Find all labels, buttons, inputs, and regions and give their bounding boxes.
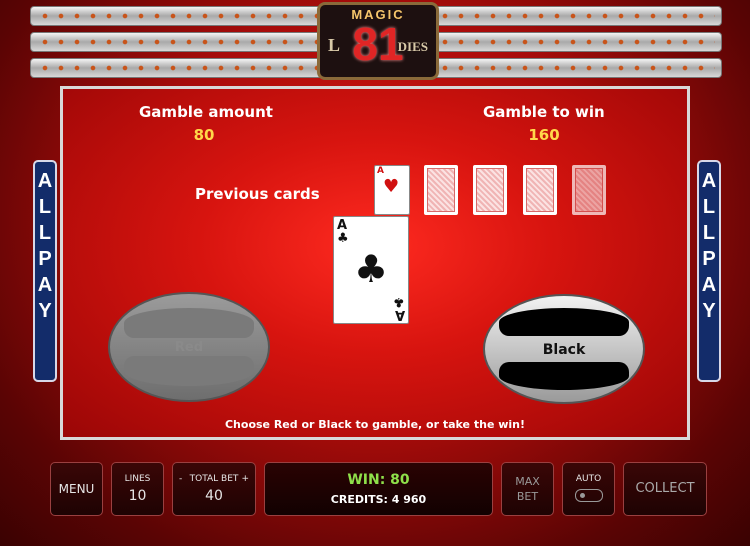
lines-value: 10: [128, 488, 147, 504]
gamble-to-win-value: 160: [528, 126, 560, 144]
red-button[interactable]: Red: [108, 292, 270, 402]
total-bet-minus-button[interactable]: -: [179, 474, 182, 484]
gamble-amount-value: 80: [193, 126, 215, 144]
gamble-instruction: Choose Red or Black to gamble, or take t…: [224, 418, 526, 431]
max-bet-button[interactable]: MAX BET: [501, 462, 554, 516]
black-button[interactable]: Black: [483, 294, 645, 404]
logo-number: 81: [352, 18, 404, 70]
previous-cards-label: Previous cards: [195, 185, 320, 203]
total-bet-label: TOTAL BET: [189, 474, 239, 484]
lines-button[interactable]: LINES 10: [111, 462, 164, 516]
card-back-4: [572, 165, 606, 215]
allpay-banner-right: ALL PAY: [697, 160, 721, 382]
win-display: WIN: 80: [347, 472, 410, 488]
auto-toggle[interactable]: [574, 489, 603, 502]
collect-button[interactable]: COLLECT: [623, 462, 707, 516]
black-button-label: Black: [542, 342, 586, 358]
red-button-label: Red: [174, 340, 204, 355]
gamble-panel: Gamble amount 80 Gamble to win 160 Previ…: [60, 86, 690, 440]
win-credits-display: WIN: 80 CREDITS: 4 960: [264, 462, 493, 516]
card-back-3: [523, 165, 557, 215]
game-logo: MAGIC L DIES 81: [317, 2, 439, 80]
gamble-to-win-label: Gamble to win: [483, 103, 605, 121]
menu-button[interactable]: MENU: [50, 462, 103, 516]
auto-button[interactable]: AUTO: [562, 462, 615, 516]
total-bet-plus-button[interactable]: +: [241, 474, 249, 484]
credits-display: CREDITS: 4 960: [330, 493, 427, 506]
lines-label: LINES: [124, 474, 151, 484]
card-back-2: [473, 165, 507, 215]
card-back-1: [424, 165, 458, 215]
previous-card-ace-hearts: A ♥: [374, 165, 410, 215]
auto-label: AUTO: [575, 474, 602, 484]
allpay-banner-left: ALL PAY: [33, 160, 57, 382]
top-marquee: MAGIC L DIES 81: [30, 2, 722, 80]
total-bet-value: 40: [205, 488, 223, 504]
gamble-amount-label: Gamble amount: [139, 103, 273, 121]
total-bet-control: - TOTAL BET + 40: [172, 462, 256, 516]
current-card-ace-clubs: A ♣ ♣ ♣ A: [333, 216, 409, 324]
